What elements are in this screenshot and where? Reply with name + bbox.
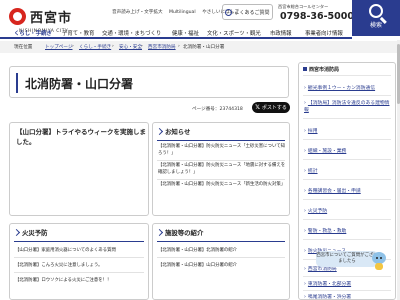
facility-separator bbox=[157, 257, 285, 258]
facility-card: 施設等の紹介 【北消防署・山口分署】北消防署の紹介 【北消防署・山口分署】山口分… bbox=[152, 223, 290, 300]
sidebar-link[interactable]: 東消防署・北部分署 bbox=[304, 280, 392, 287]
breadcrumb-sep: › bbox=[112, 44, 114, 49]
facility-heading: 施設等の紹介 bbox=[155, 228, 204, 237]
call-center-label: 西宮市総合コールセンター bbox=[278, 4, 329, 9]
page-title: 北消防署・山口分署 bbox=[25, 77, 134, 91]
sidebar-separator bbox=[303, 118, 391, 119]
breadcrumb-safety[interactable]: 安心・安全 bbox=[119, 44, 142, 50]
facility-item[interactable]: 【北消防署・山口分署】北消防署の紹介 bbox=[158, 248, 286, 255]
sidebar-separator bbox=[303, 219, 391, 220]
city-emblem-icon bbox=[9, 8, 26, 25]
sidebar-separator bbox=[303, 139, 391, 140]
mascot-eye bbox=[380, 257, 382, 259]
topic-card[interactable]: 【山口分署】トライやるウィークを実施しました。 bbox=[9, 122, 149, 216]
mascot-body bbox=[375, 263, 383, 270]
news-heading: お知らせ bbox=[155, 127, 191, 136]
news-card: お知らせ 【北消防署・山口分署】防火防災ニュース「土砂災害について知ろう！」 【… bbox=[152, 122, 290, 216]
sidebar-link[interactable]: 警防・救急・救助 bbox=[304, 227, 392, 234]
breadcrumb-living[interactable]: くらし・手続き bbox=[79, 44, 111, 50]
fire-heading-label: 火災予防 bbox=[22, 229, 48, 237]
sidebar-link[interactable]: 各種講習会・届出・申請 bbox=[304, 187, 392, 194]
breadcrumb-sep: › bbox=[178, 44, 180, 49]
sidebar-separator bbox=[303, 239, 391, 240]
gnav-item-health[interactable]: 健康・福祉 bbox=[172, 29, 199, 37]
site-logo[interactable]: 西宮市 NISHINOMIYA CITY bbox=[9, 8, 99, 34]
logo-text: 西宮市 bbox=[30, 11, 73, 26]
chevron-right-icon bbox=[12, 228, 21, 237]
breadcrumb-fire-bureau[interactable]: 西宮市消防局 bbox=[148, 44, 176, 50]
news-rule bbox=[157, 140, 285, 141]
facility-item[interactable]: 【北消防署・山口分署】山口分署の紹介 bbox=[158, 263, 286, 270]
facility-heading-label: 施設等の紹介 bbox=[165, 229, 204, 237]
sidebar-separator bbox=[303, 179, 391, 180]
breadcrumb-sep: › bbox=[141, 44, 143, 49]
sidebar-heading: 西宮市消防局 bbox=[303, 66, 339, 73]
fire-item[interactable]: 【北消防署】ロウソクによる火災にご注意を！！ bbox=[15, 278, 147, 285]
breadcrumb-now: 現在位置 bbox=[14, 45, 33, 50]
sidebar-separator bbox=[303, 276, 391, 277]
mascot-chatbot-icon[interactable] bbox=[372, 252, 386, 270]
gnav-item-business[interactable]: 事業者向け情報 bbox=[305, 29, 343, 37]
mascot-eye bbox=[376, 257, 378, 259]
search-icon bbox=[369, 4, 383, 18]
chat-bubble[interactable]: 西宮市についてご質問がございましたら bbox=[316, 251, 378, 267]
sidebar-link[interactable]: 組織・施設・業務 bbox=[304, 147, 392, 154]
fire-rule bbox=[14, 241, 144, 242]
sidebar-separator bbox=[303, 290, 391, 291]
search-label: 検索 bbox=[369, 22, 382, 29]
breadcrumb-top[interactable]: トップページ bbox=[45, 44, 72, 50]
gnav-item-culture[interactable]: 文化・スポーツ・観光 bbox=[207, 29, 261, 37]
chevron-right-icon bbox=[155, 228, 164, 237]
link-read-aloud[interactable]: 音声読み上げ・文字拡大 bbox=[112, 10, 163, 15]
news-separator bbox=[157, 160, 285, 161]
gnav-item-living[interactable]: くらし・手続き bbox=[14, 29, 52, 37]
fire-item[interactable]: 【山口分署】家庭用消火器についてのよくある質問 bbox=[15, 248, 147, 255]
search-button[interactable]: 検索 bbox=[352, 0, 400, 36]
news-heading-label: お知らせ bbox=[165, 128, 191, 136]
page-title-box: 北消防署・山口分署 bbox=[9, 66, 289, 98]
sidebar-separator bbox=[303, 199, 391, 200]
sidebar-link[interactable]: 統計 bbox=[304, 167, 392, 174]
x-post-button[interactable]: 𝕏 ポストする bbox=[252, 102, 290, 113]
sidebar-separator bbox=[303, 159, 391, 160]
fire-heading: 火災予防 bbox=[12, 228, 48, 237]
sidebar-separator bbox=[303, 95, 391, 96]
faq-label: よくあるご質問 bbox=[234, 9, 270, 16]
gnav-item-childcare[interactable]: 子育て・教育 bbox=[62, 29, 94, 37]
call-center-phone[interactable]: 0798-36-5000 bbox=[278, 11, 354, 22]
sidebar-link[interactable]: 火災予防 bbox=[304, 207, 392, 214]
page-number: ページ番号：23744318 bbox=[192, 107, 243, 112]
breadcrumb: 現在位置 トップページ › くらし・手続き › 安心・安全 › 西宮市消防局 ›… bbox=[0, 41, 400, 53]
gnav-item-transport[interactable]: 交通・環境・まちづくり bbox=[102, 29, 161, 37]
breadcrumb-current: 北消防署・山口分署 bbox=[183, 45, 225, 50]
news-item[interactable]: 【北消防署・山口分署】防火防災ニュース「土砂災害について知ろう！」 bbox=[158, 144, 286, 157]
news-item[interactable]: 【北消防署・山口分署】防火防災ニュース「新生活の防火対策」 bbox=[158, 182, 286, 189]
faq-button[interactable]: よくあるご質問 bbox=[222, 4, 273, 20]
facility-rule bbox=[157, 241, 285, 242]
gnav-underline bbox=[0, 37, 352, 39]
post-label: ポストする bbox=[261, 105, 287, 111]
fire-item[interactable]: 【北消防署】こんろ火災に注意しましょう。 bbox=[15, 263, 147, 270]
fire-separator bbox=[14, 272, 144, 273]
sidebar-link[interactable]: 観光事例１ウー・カン消防通信 bbox=[304, 84, 392, 91]
fire-prevention-card: 火災予防 【山口分署】家庭用消火器についてのよくある質問 【北消防署】こんろ火災… bbox=[9, 223, 149, 300]
fire-separator bbox=[14, 257, 144, 258]
sidebar-separator bbox=[303, 75, 391, 76]
link-multilingual[interactable]: Multilingual bbox=[169, 10, 196, 15]
call-center: 西宮市総合コールセンター 0798-36-5000 bbox=[278, 4, 354, 22]
news-item[interactable]: 【北消防署・山口分署】防火防災ニュース「地震に対する備えを確認しましょう！」 bbox=[158, 163, 286, 176]
sidebar-link[interactable]: 【消防局】消防法令違反のある建物情報 bbox=[304, 100, 392, 114]
gnav-item-city-info[interactable]: 市政情報 bbox=[270, 29, 292, 37]
x-logo-icon: 𝕏 bbox=[255, 104, 260, 111]
topic-text[interactable]: 【山口分署】トライやるウィークを実施しました。 bbox=[16, 127, 146, 147]
call-center-number: 0798-36-5000 bbox=[280, 11, 354, 22]
question-icon bbox=[225, 8, 233, 16]
sidebar-link[interactable]: 鳴尾消防署・浜分署 bbox=[304, 293, 392, 299]
sidebar-link[interactable]: 採用 bbox=[304, 127, 392, 134]
chevron-right-icon bbox=[155, 127, 164, 136]
breadcrumb-sep: › bbox=[72, 44, 74, 49]
news-separator bbox=[157, 179, 285, 180]
